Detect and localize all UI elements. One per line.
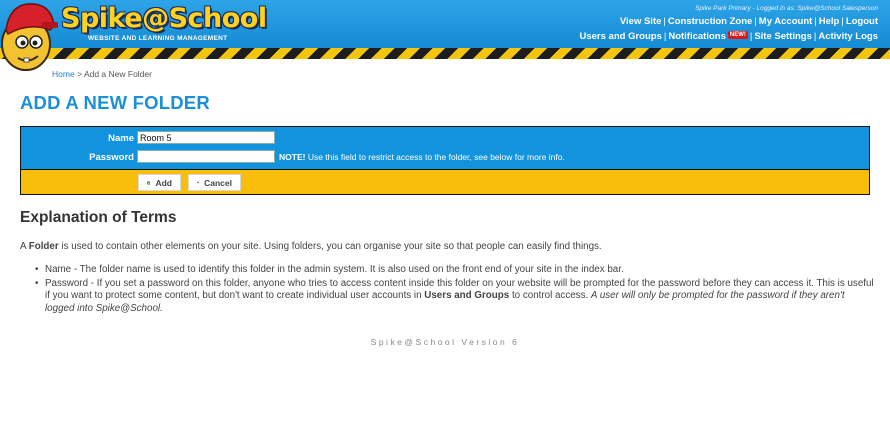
note-text: Use this field to restrict access to the… [307,152,565,162]
add-folder-form: Name Password NOTE! Use this field to re… [20,126,870,195]
add-button[interactable]: Add [138,174,181,191]
folder-intro-text: A Folder is used to contain other elemen… [20,241,870,252]
intro-folder-term: Folder [28,241,59,252]
mascot-logo-icon [1,3,58,71]
form-actions-bar: Add Cancel [21,169,869,194]
version-footer: Spike@School Version 6 [370,337,520,347]
close-icon [197,181,199,184]
nav-site-settings[interactable]: Site Settings [754,31,812,42]
folder-password-input[interactable] [137,150,275,163]
intro-prefix: A [20,241,26,252]
breadcrumb-separator: > [77,69,83,79]
password-label: Password [89,152,134,163]
nav-users-and-groups[interactable]: Users and Groups [580,31,662,42]
nav-my-account[interactable]: My Account [759,16,812,27]
nav-notifications[interactable]: Notifications [668,31,726,42]
password-note: NOTE! Use this field to restrict access … [279,152,565,162]
add-button-label: Add [155,177,172,188]
hazard-stripe [0,48,890,59]
nav-help[interactable]: Help [819,16,840,27]
terms-list: Name - The folder name is used to identi… [35,264,875,315]
breadcrumb-current: Add a New Folder [83,69,152,79]
cancel-button[interactable]: Cancel [188,174,241,191]
note-bold: NOTE! [279,152,306,162]
logo-tagline: Website and Learning Management [88,35,228,42]
intro-rest: is used to contain other elements on you… [61,241,602,252]
term-password-control: to control access. [511,290,589,301]
breadcrumb-home[interactable]: Home [52,69,75,79]
term-name-text: Name - The folder name is used to identi… [45,264,624,275]
nav-construction-zone[interactable]: Construction Zone [668,16,752,27]
term-users-groups: Users and Groups [424,290,510,301]
top-nav-primary: View Site | Construction Zone | My Account | H… [620,16,878,27]
nav-view-site[interactable]: View Site [620,16,662,27]
page-title: ADD A NEW FOLDER [20,92,210,113]
check-circle-icon [147,180,151,185]
term-password-item: Password - If you set a password on this… [35,278,875,316]
site-header: Spike@School Website and Learning Manage… [0,0,890,71]
form-fields-panel: Name Password NOTE! Use this field to re… [21,127,869,169]
logged-in-status: Spike Park Primary - Logged in as: Spike… [695,5,878,12]
new-badge: NEW! [727,31,748,39]
logo-wordmark[interactable]: Spike@School [61,3,267,34]
breadcrumb: Home > Add a New Folder [52,69,152,79]
term-name-item: Name - The folder name is used to identi… [35,264,875,277]
folder-name-input[interactable] [137,131,275,144]
nav-activity-logs[interactable]: Activity Logs [818,31,878,42]
cancel-button-label: Cancel [204,177,232,188]
top-nav-secondary: Users and Groups | Notifications NEW! | Site … [580,31,878,42]
nav-logout[interactable]: Logout [846,16,878,27]
name-label: Name [108,133,134,144]
explanation-heading: Explanation of Terms [20,209,177,226]
